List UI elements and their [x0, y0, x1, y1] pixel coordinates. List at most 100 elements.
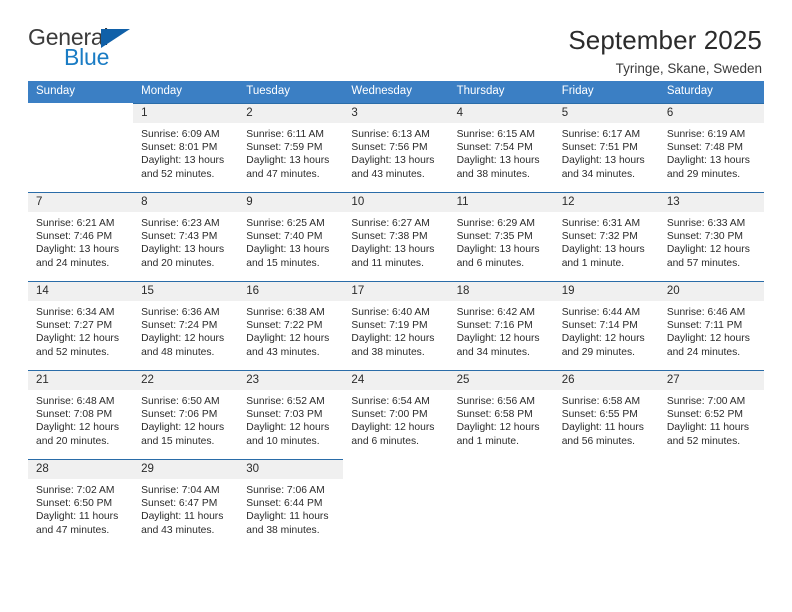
day-cell-inner: 12 Sunrise: 6:31 AM Sunset: 7:32 PM Dayligh… — [553, 191, 659, 281]
calendar-empty-cell — [448, 458, 554, 551]
calendar-day-cell[interactable]: 20 Sunrise: 6:46 AM Sunset: 7:11 PM Dayligh… — [658, 280, 764, 370]
weekday-header-wednesday: Wednesday — [343, 81, 449, 103]
day-detail-line: and 34 minutes. — [561, 168, 635, 180]
day-detail-line: and 29 minutes. — [666, 168, 741, 180]
calendar-week-row: 7 Sunrise: 6:21 AM Sunset: 7:46 PM Daylight… — [28, 191, 764, 281]
day-details: Sunrise: 6:34 AM Sunset: 7:27 PM Daylight:… — [28, 301, 133, 360]
calendar-day-cell[interactable]: 5 Sunrise: 6:17 AM Sunset: 7:51 PM Daylight… — [553, 102, 659, 192]
day-detail-line: Sunset: 7:22 PM — [246, 320, 323, 332]
day-cell-inner: 29 Sunrise: 7:04 AM Sunset: 6:47 PM Dayligh… — [133, 458, 239, 551]
day-number — [28, 102, 134, 122]
calendar-day-cell[interactable]: 16 Sunrise: 6:38 AM Sunset: 7:22 PM Dayligh… — [238, 280, 344, 370]
day-details: Sunrise: 6:31 AM Sunset: 7:32 PM Daylight:… — [554, 212, 659, 271]
calendar-day-cell[interactable]: 28 Sunrise: 7:02 AM Sunset: 6:50 PM Dayligh… — [28, 458, 134, 551]
day-cell-inner: 13 Sunrise: 6:33 AM Sunset: 7:30 PM Dayligh… — [658, 191, 764, 281]
calendar-day-cell[interactable]: 8 Sunrise: 6:23 AM Sunset: 7:43 PM Daylight… — [133, 191, 239, 281]
day-detail-line: Sunrise: 6:29 AM — [456, 217, 535, 229]
calendar-day-cell[interactable]: 24 Sunrise: 6:54 AM Sunset: 7:00 PM Dayligh… — [343, 369, 449, 459]
calendar-day-cell[interactable]: 21 Sunrise: 6:48 AM Sunset: 7:08 PM Dayligh… — [28, 369, 134, 459]
calendar-day-cell[interactable]: 11 Sunrise: 6:29 AM Sunset: 7:35 PM Dayligh… — [448, 191, 554, 281]
day-cell-inner — [448, 458, 554, 551]
calendar-day-cell[interactable]: 15 Sunrise: 6:36 AM Sunset: 7:24 PM Dayligh… — [133, 280, 239, 370]
day-cell-inner: 27 Sunrise: 7:00 AM Sunset: 6:52 PM Dayligh… — [658, 369, 764, 459]
day-number: 5 — [553, 103, 659, 123]
day-detail-line: Sunrise: 7:00 AM — [666, 395, 746, 407]
day-detail-line: Sunset: 6:58 PM — [456, 409, 533, 421]
calendar-empty-cell — [658, 458, 764, 551]
calendar-day-cell[interactable]: 19 Sunrise: 6:44 AM Sunset: 7:14 PM Dayligh… — [553, 280, 659, 370]
day-details: Sunrise: 6:27 AM Sunset: 7:38 PM Daylight:… — [343, 212, 448, 271]
page-title: September 2025 — [568, 25, 762, 55]
calendar-week-row: 21 Sunrise: 6:48 AM Sunset: 7:08 PM Dayligh… — [28, 369, 764, 459]
day-cell-inner: 30 Sunrise: 7:06 AM Sunset: 6:44 PM Dayligh… — [238, 458, 344, 551]
day-cell-inner: 26 Sunrise: 6:58 AM Sunset: 6:55 PM Dayligh… — [553, 369, 659, 459]
calendar-day-cell[interactable]: 23 Sunrise: 6:52 AM Sunset: 7:03 PM Dayligh… — [238, 369, 344, 459]
day-detail-line: and 48 minutes. — [141, 346, 215, 358]
day-cell-inner: 4 Sunrise: 6:15 AM Sunset: 7:54 PM Daylight… — [448, 102, 554, 192]
day-detail-line: Sunrise: 6:31 AM — [561, 217, 641, 229]
day-details: Sunrise: 6:11 AM Sunset: 7:59 PM Daylight:… — [238, 123, 343, 182]
day-detail-line: and 15 minutes. — [246, 257, 320, 269]
day-details: Sunrise: 6:52 AM Sunset: 7:03 PM Daylight:… — [238, 390, 343, 449]
day-details: Sunrise: 6:09 AM Sunset: 8:01 PM Daylight:… — [133, 123, 238, 182]
day-detail-line: and 56 minutes. — [561, 435, 635, 447]
day-detail-line: Sunset: 7:19 PM — [351, 320, 428, 332]
calendar-day-cell[interactable]: 6 Sunrise: 6:19 AM Sunset: 7:48 PM Daylight… — [658, 102, 764, 192]
calendar-table: Sunday Monday Tuesday Wednesday Thursday… — [28, 81, 764, 551]
day-detail-line: and 20 minutes. — [36, 435, 110, 447]
weekday-header-saturday: Saturday — [658, 81, 764, 103]
day-details — [554, 478, 659, 483]
day-details: Sunrise: 6:42 AM Sunset: 7:16 PM Daylight:… — [449, 301, 554, 360]
calendar-day-cell[interactable]: 30 Sunrise: 7:06 AM Sunset: 6:44 PM Dayligh… — [238, 458, 344, 551]
brand-logo[interactable]: General Blue — [28, 26, 140, 74]
weekday-header-friday: Friday — [553, 81, 659, 103]
calendar-day-cell[interactable]: 27 Sunrise: 7:00 AM Sunset: 6:52 PM Dayligh… — [658, 369, 764, 459]
calendar-day-cell[interactable]: 10 Sunrise: 6:27 AM Sunset: 7:38 PM Dayligh… — [343, 191, 449, 281]
day-number: 12 — [553, 192, 659, 212]
calendar-day-cell[interactable]: 2 Sunrise: 6:11 AM Sunset: 7:59 PM Daylight… — [238, 102, 344, 192]
day-detail-line: Daylight: 13 hours — [246, 244, 330, 256]
day-cell-inner: 19 Sunrise: 6:44 AM Sunset: 7:14 PM Dayligh… — [553, 280, 659, 370]
calendar-day-cell[interactable]: 29 Sunrise: 7:04 AM Sunset: 6:47 PM Dayligh… — [133, 458, 239, 551]
calendar-day-cell[interactable]: 18 Sunrise: 6:42 AM Sunset: 7:16 PM Dayligh… — [448, 280, 554, 370]
day-detail-line: Sunrise: 6:36 AM — [141, 306, 220, 318]
day-detail-line: Sunrise: 6:15 AM — [456, 128, 535, 140]
day-number: 19 — [553, 281, 659, 301]
day-detail-line: Sunset: 7:06 PM — [141, 409, 218, 421]
day-cell-inner: 1 Sunrise: 6:09 AM Sunset: 8:01 PM Daylight… — [133, 102, 239, 192]
day-detail-line: and 20 minutes. — [141, 257, 215, 269]
day-number: 22 — [133, 370, 239, 390]
calendar-day-cell[interactable]: 4 Sunrise: 6:15 AM Sunset: 7:54 PM Daylight… — [448, 102, 554, 192]
day-details: Sunrise: 6:48 AM Sunset: 7:08 PM Daylight:… — [28, 390, 133, 449]
day-detail-line: Sunrise: 7:06 AM — [246, 484, 325, 496]
calendar-day-cell[interactable]: 17 Sunrise: 6:40 AM Sunset: 7:19 PM Dayligh… — [343, 280, 449, 370]
day-number — [658, 458, 764, 478]
day-number: 6 — [658, 103, 764, 123]
day-detail-line: Sunrise: 6:40 AM — [351, 306, 430, 318]
calendar-day-cell[interactable]: 3 Sunrise: 6:13 AM Sunset: 7:56 PM Daylight… — [343, 102, 449, 192]
calendar-day-cell[interactable]: 7 Sunrise: 6:21 AM Sunset: 7:46 PM Daylight… — [28, 191, 134, 281]
day-detail-line: Sunset: 6:50 PM — [36, 498, 113, 510]
calendar-day-cell[interactable]: 22 Sunrise: 6:50 AM Sunset: 7:06 PM Dayligh… — [133, 369, 239, 459]
day-detail-line: Daylight: 12 hours — [351, 333, 435, 345]
title-block: September 2025 Tyringe, Skane, Sweden — [568, 25, 764, 77]
day-detail-line: Daylight: 11 hours — [561, 422, 644, 434]
calendar-day-cell[interactable]: 12 Sunrise: 6:31 AM Sunset: 7:32 PM Dayligh… — [553, 191, 659, 281]
day-details: Sunrise: 6:46 AM Sunset: 7:11 PM Daylight:… — [659, 301, 764, 360]
calendar-day-cell[interactable]: 13 Sunrise: 6:33 AM Sunset: 7:30 PM Dayligh… — [658, 191, 764, 281]
day-detail-line: Daylight: 12 hours — [561, 333, 645, 345]
day-detail-line: Sunset: 7:38 PM — [351, 231, 428, 243]
calendar-body: 1 Sunrise: 6:09 AM Sunset: 8:01 PM Daylight… — [28, 102, 764, 551]
day-number: 16 — [238, 281, 344, 301]
day-number: 20 — [658, 281, 764, 301]
calendar-day-cell[interactable]: 26 Sunrise: 6:58 AM Sunset: 6:55 PM Dayligh… — [553, 369, 659, 459]
day-detail-line: and 47 minutes. — [36, 524, 110, 536]
day-detail-line: and 29 minutes. — [561, 346, 635, 358]
calendar-day-cell[interactable]: 1 Sunrise: 6:09 AM Sunset: 8:01 PM Daylight… — [133, 102, 239, 192]
day-cell-inner — [343, 458, 449, 551]
calendar-day-cell[interactable]: 9 Sunrise: 6:25 AM Sunset: 7:40 PM Daylight… — [238, 191, 344, 281]
day-number — [553, 458, 659, 478]
day-detail-line: Daylight: 13 hours — [456, 244, 540, 256]
calendar-day-cell[interactable]: 25 Sunrise: 6:56 AM Sunset: 6:58 PM Dayligh… — [448, 369, 554, 459]
calendar-day-cell[interactable]: 14 Sunrise: 6:34 AM Sunset: 7:27 PM Dayligh… — [28, 280, 134, 370]
